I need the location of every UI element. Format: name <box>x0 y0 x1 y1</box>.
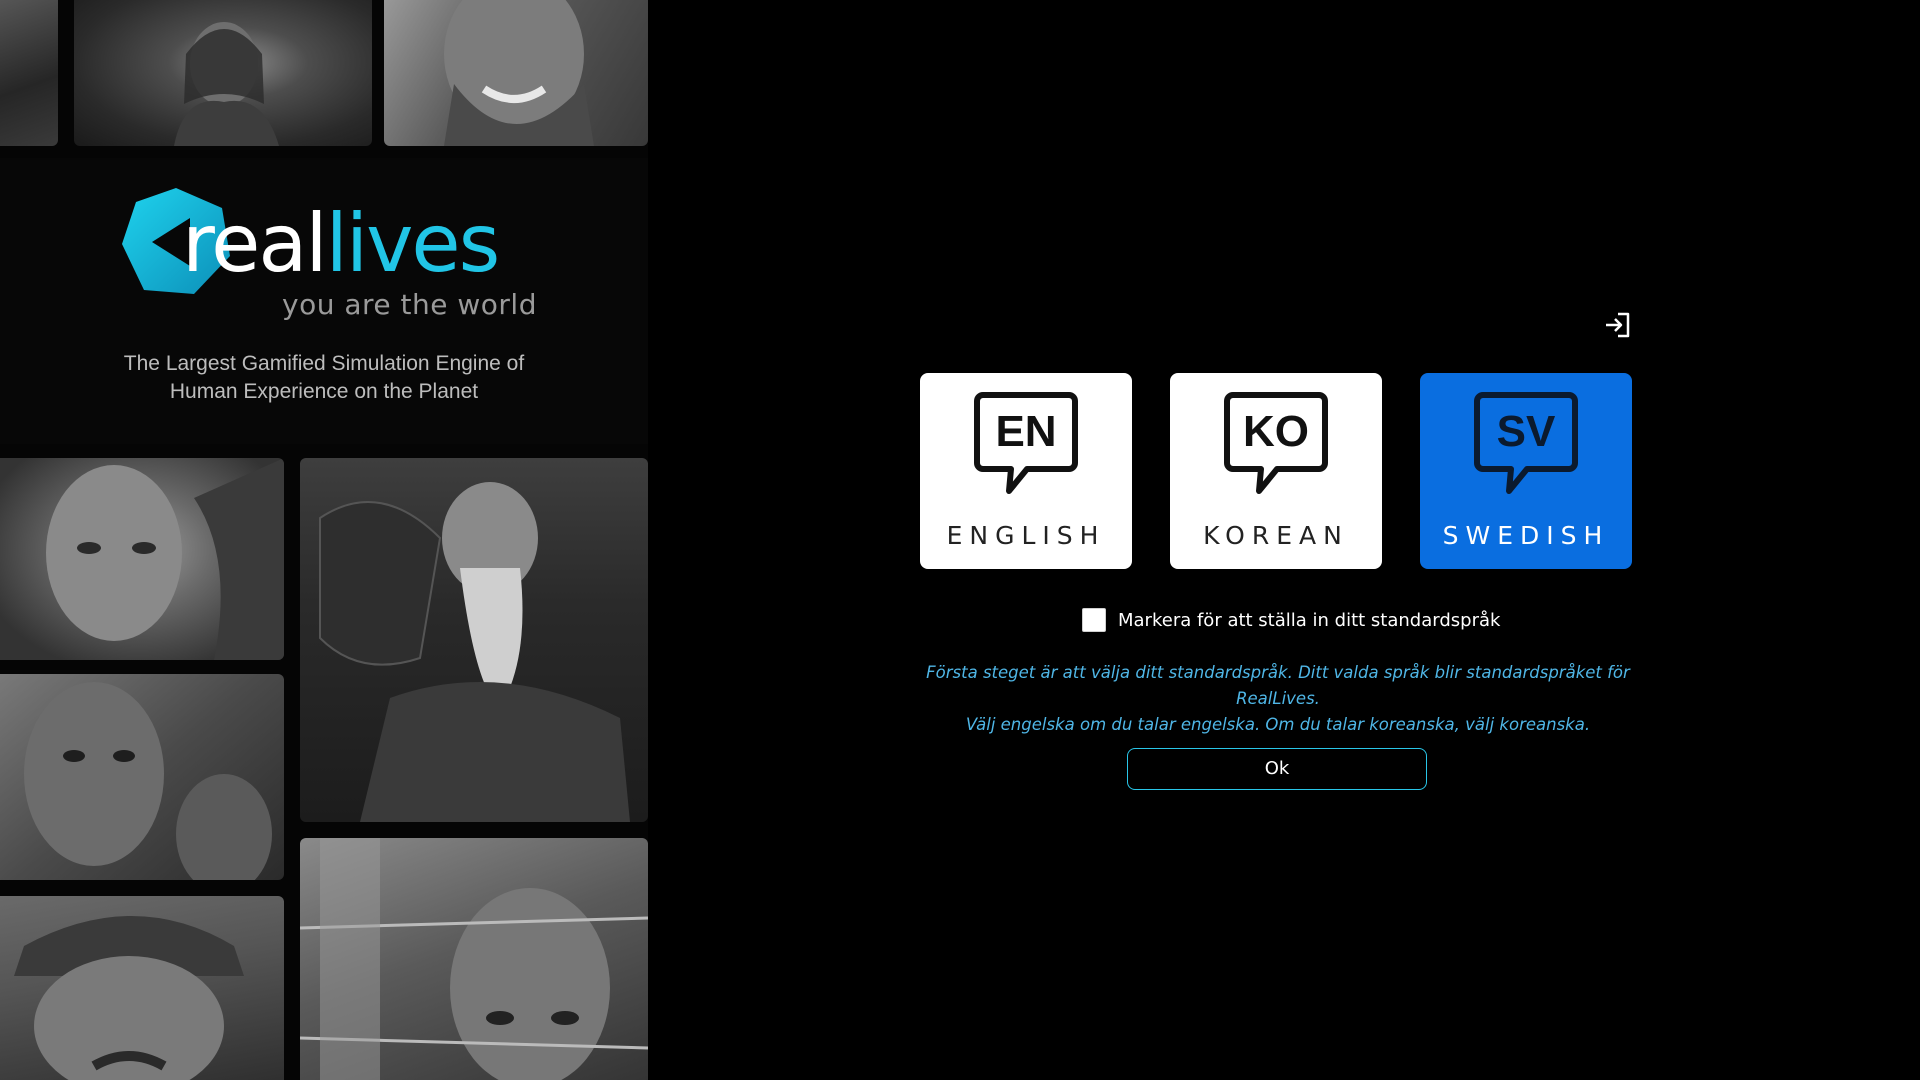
reallives-wordmark: reallives <box>182 204 500 284</box>
photo-child-fence <box>300 838 648 1080</box>
photo-young-woman <box>0 458 284 660</box>
language-card-swedish[interactable]: SV SWEDISH <box>1420 373 1632 569</box>
wordmark-real: real <box>182 197 328 290</box>
default-language-checkbox[interactable] <box>1082 608 1106 632</box>
ok-button[interactable]: Ok <box>1127 748 1427 790</box>
sign-in-icon[interactable] <box>1602 310 1632 340</box>
language-code: KO <box>1243 407 1309 456</box>
photo-elderly-woman <box>74 0 372 146</box>
language-card-korean[interactable]: KO KOREAN <box>1170 373 1382 569</box>
info-line-1: Första steget är att välja ditt standard… <box>926 663 1630 708</box>
logo-tagline: you are the world <box>282 288 537 321</box>
language-name: SWEDISH <box>1442 521 1610 550</box>
photo-man-cap <box>0 896 284 1080</box>
default-language-label: Markera för att ställa in ditt standards… <box>1118 609 1501 631</box>
info-text: Första steget är att välja ditt standard… <box>900 660 1656 738</box>
language-selection-screen: reallives you are the world The Largest … <box>0 0 1920 1080</box>
language-card-english[interactable]: EN ENGLISH <box>920 373 1132 569</box>
reallives-logo-block: reallives you are the world The Largest … <box>0 158 648 444</box>
language-name: ENGLISH <box>946 521 1106 550</box>
language-code: EN <box>995 407 1057 456</box>
language-code: SV <box>1496 407 1556 456</box>
language-name: KOREAN <box>1203 521 1349 550</box>
photo-collage: reallives you are the world The Largest … <box>0 0 648 1080</box>
logo-caption-line1: The Largest Gamified Simulation Engine o… <box>123 352 525 375</box>
logo-caption: The Largest Gamified Simulation Engine o… <box>0 350 648 406</box>
logo-caption-line2: Human Experience on the Planet <box>169 380 479 403</box>
photo-partial-left <box>0 0 58 146</box>
photo-bearded-man-smiling <box>384 0 648 146</box>
photo-old-man-beard <box>300 458 648 822</box>
wordmark-lives: lives <box>325 197 501 290</box>
default-language-row: Markera för att ställa in ditt standards… <box>1082 607 1500 633</box>
photo-boys <box>0 674 284 880</box>
info-line-2: Välj engelska om du talar engelska. Om d… <box>965 715 1591 734</box>
